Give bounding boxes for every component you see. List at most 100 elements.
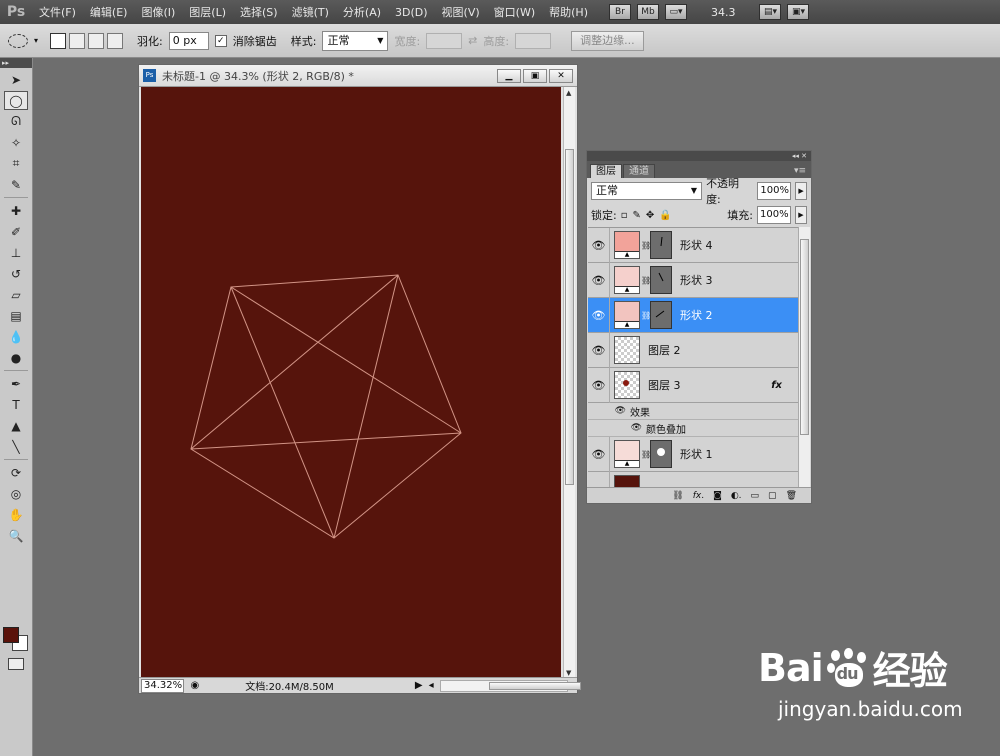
scroll-up-icon[interactable]: ▲ xyxy=(566,89,571,97)
type-tool-icon[interactable]: T xyxy=(4,395,28,414)
lasso-tool-icon[interactable]: ᘏ xyxy=(4,112,28,131)
eye-icon[interactable] xyxy=(588,471,610,487)
panel-header[interactable]: ◂◂ ✕ xyxy=(587,151,811,161)
layers-scroll-thumb[interactable] xyxy=(800,239,809,435)
eyedropper-tool-icon[interactable]: ✎ xyxy=(4,175,28,194)
menu-layer[interactable]: 图层(L) xyxy=(182,4,233,20)
blend-mode-select[interactable]: 正常 ▼ xyxy=(591,181,703,200)
eye-icon[interactable]: 👁 xyxy=(588,228,610,263)
maximize-button[interactable]: ▣ xyxy=(523,68,547,83)
opacity-input[interactable]: 100% xyxy=(757,181,792,200)
status-menu-arrow-icon[interactable]: ▶ xyxy=(415,680,423,691)
eye-icon[interactable]: 👁 xyxy=(588,406,630,416)
menu-help[interactable]: 帮助(H) xyxy=(542,4,595,20)
scroll-thumb[interactable] xyxy=(565,149,574,485)
tab-layers[interactable]: 图层 xyxy=(590,164,622,178)
effects-row[interactable]: 👁 效果 xyxy=(588,403,798,420)
scroll-down-icon[interactable]: ▼ xyxy=(566,669,571,677)
opacity-slider-arrow-icon[interactable]: ▶ xyxy=(795,181,807,200)
clone-stamp-tool-icon[interactable]: ⊥ xyxy=(4,243,28,262)
new-selection-icon[interactable] xyxy=(50,32,67,49)
quick-mask-icon[interactable] xyxy=(8,658,24,670)
document-titlebar[interactable]: Ps 未标题-1 @ 34.3% (形状 2, RGB/8) * ▁ ▣ ✕ xyxy=(139,65,577,87)
eye-icon[interactable]: 👁 xyxy=(588,297,610,333)
ellipse-marquee-icon[interactable] xyxy=(8,33,28,48)
healing-brush-tool-icon[interactable]: ✚ xyxy=(4,201,28,220)
horizontal-scroll-thumb[interactable] xyxy=(488,681,581,690)
lock-all-icon[interactable]: 🔒 xyxy=(659,210,671,221)
close-button[interactable]: ✕ xyxy=(549,68,573,83)
lock-transparency-icon[interactable]: ▫ xyxy=(621,210,628,221)
tool-preset-caret-icon[interactable]: ▾ xyxy=(34,36,38,45)
layer-row-selected[interactable]: 👁 ▲ ⛓ 形状 2 xyxy=(588,297,798,333)
eye-icon[interactable]: 👁 xyxy=(588,367,610,403)
path-selection-tool-icon[interactable]: ▲ xyxy=(4,416,28,435)
canvas[interactable] xyxy=(141,87,561,677)
layer-row[interactable]: 👁 图层 2 xyxy=(588,332,798,368)
panel-collapse-icon[interactable]: ▸▸ xyxy=(0,58,32,68)
zoom-field[interactable]: 34.32% xyxy=(141,678,185,693)
3d-orbit-tool-icon[interactable]: ◎ xyxy=(4,484,28,503)
dodge-tool-icon[interactable]: ● xyxy=(4,348,28,367)
eye-icon[interactable]: 👁 xyxy=(588,423,646,433)
new-layer-icon[interactable]: ▢ xyxy=(768,491,777,501)
view-extras-button[interactable]: ▭▾ xyxy=(664,4,687,20)
fill-slider-arrow-icon[interactable]: ▶ xyxy=(795,206,807,224)
minimize-button[interactable]: ▁ xyxy=(497,68,521,83)
move-tool-icon[interactable]: ➤ xyxy=(4,70,28,89)
eye-icon[interactable]: 👁 xyxy=(588,436,610,472)
layer-row[interactable] xyxy=(588,471,798,487)
add-mask-icon[interactable]: ◙ xyxy=(713,491,722,501)
menu-3d[interactable]: 3D(D) xyxy=(388,6,435,19)
link-layers-icon[interactable]: ⛓ xyxy=(672,491,683,501)
menu-analysis[interactable]: 分析(A) xyxy=(336,4,388,20)
menu-window[interactable]: 窗口(W) xyxy=(487,4,542,20)
vertical-scrollbar[interactable]: ▲ ▼ xyxy=(563,87,575,679)
hand-tool-icon[interactable]: ✋ xyxy=(4,505,28,524)
bridge-button[interactable]: Br xyxy=(608,4,631,20)
status-icon[interactable]: ◉ xyxy=(190,680,199,691)
style-select[interactable]: 正常 ▼ xyxy=(322,30,389,51)
eye-icon[interactable]: 👁 xyxy=(588,262,610,298)
menu-edit[interactable]: 编辑(E) xyxy=(83,4,135,20)
layer-row[interactable]: 👁 ▲ ⛓ 形状 4 xyxy=(588,228,798,263)
add-style-icon[interactable]: fx. xyxy=(693,491,704,501)
magic-wand-tool-icon[interactable]: ✧ xyxy=(4,133,28,152)
blur-tool-icon[interactable]: 💧 xyxy=(4,327,28,346)
arrange-documents-button[interactable]: ▤▾ xyxy=(759,4,782,20)
foreground-color-swatch[interactable] xyxy=(3,627,19,643)
zoom-tool-icon[interactable]: 🔍 xyxy=(4,526,28,545)
history-brush-tool-icon[interactable]: ↺ xyxy=(4,264,28,283)
trash-icon[interactable]: 🗑 xyxy=(786,491,797,501)
panel-menu-icon[interactable]: ▾≡ xyxy=(794,164,811,178)
layer-row[interactable]: 👁 图层 3 fx xyxy=(588,367,798,403)
layer-row[interactable]: 👁 ▲ ⛓ 形状 3 xyxy=(588,262,798,298)
mini-bridge-button[interactable]: Mb xyxy=(636,4,659,20)
color-overlay-row[interactable]: 👁 颜色叠加 xyxy=(588,420,798,437)
subtract-selection-icon[interactable] xyxy=(88,32,105,49)
zoom-level[interactable]: 34.3 xyxy=(711,6,736,19)
crop-tool-icon[interactable]: ⌗ xyxy=(4,154,28,173)
gradient-tool-icon[interactable]: ▤ xyxy=(4,306,28,325)
3d-rotate-tool-icon[interactable]: ⟳ xyxy=(4,463,28,482)
intersect-selection-icon[interactable] xyxy=(107,32,124,49)
new-group-icon[interactable]: ▭ xyxy=(751,491,760,501)
horizontal-scrollbar[interactable] xyxy=(439,679,581,692)
scroll-left-icon[interactable]: ◂ xyxy=(429,680,434,691)
lock-position-icon[interactable]: ✥ xyxy=(646,210,654,221)
line-tool-icon[interactable]: ╲ xyxy=(4,437,28,456)
antialias-checkbox[interactable]: ✓ xyxy=(214,34,227,47)
brush-tool-icon[interactable]: ✐ xyxy=(4,222,28,241)
menu-file[interactable]: 文件(F) xyxy=(32,4,83,20)
pen-tool-icon[interactable]: ✒ xyxy=(4,374,28,393)
feather-input[interactable]: 0 px xyxy=(168,31,209,50)
add-selection-icon[interactable] xyxy=(69,32,86,49)
layers-scrollbar[interactable] xyxy=(798,227,810,487)
layer-row[interactable]: 👁 ▲ ⛓ 形状 1 xyxy=(588,436,798,472)
lock-pixels-icon[interactable]: ✎ xyxy=(633,210,641,221)
tab-channels[interactable]: 通道 xyxy=(623,164,655,178)
fill-input[interactable]: 100% xyxy=(757,206,791,224)
eye-icon[interactable]: 👁 xyxy=(588,332,610,368)
eraser-tool-icon[interactable]: ▱ xyxy=(4,285,28,304)
menu-select[interactable]: 选择(S) xyxy=(233,4,285,20)
